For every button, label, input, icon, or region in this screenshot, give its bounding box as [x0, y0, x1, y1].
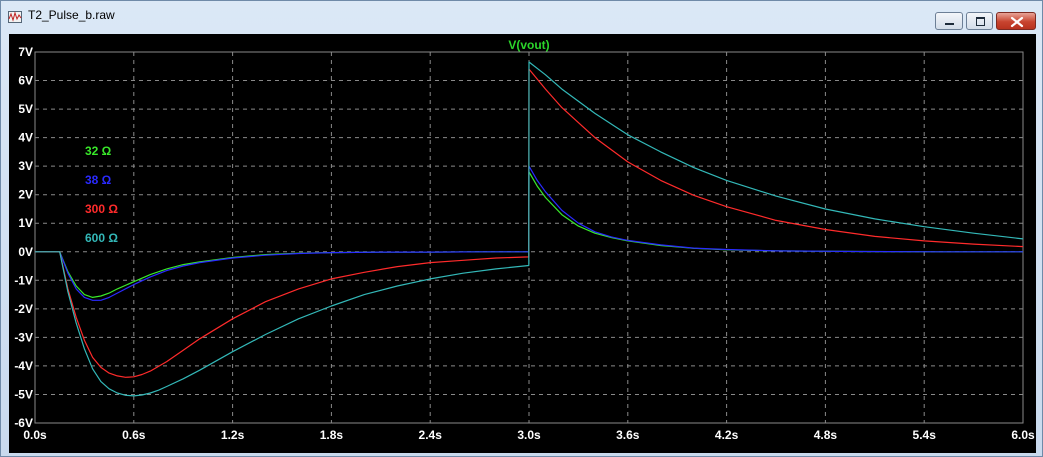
maximize-button[interactable]: [966, 12, 993, 30]
y-tick-label: 0V: [18, 245, 33, 259]
maximize-icon: [976, 17, 985, 26]
y-tick-label: -4V: [14, 359, 33, 373]
legend-entry: 300 Ω: [85, 202, 118, 216]
plot-pane[interactable]: 7V 6V 5V 4V 3V 2V 1V 0V -1V -2V -3V -4V -5V -6V 0.0s 0.…: [9, 34, 1036, 453]
x-tick-label: 1.2s: [221, 428, 245, 442]
x-tick-label: 6.0s: [1011, 428, 1035, 442]
x-tick-label: 4.2s: [715, 428, 739, 442]
x-tick-label: 2.4s: [419, 428, 443, 442]
x-tick-label: 3.0s: [517, 428, 541, 442]
y-tick-label: -5V: [14, 387, 33, 401]
x-tick-label: 0.0s: [23, 428, 47, 442]
x-tick-label: 0.6s: [122, 428, 146, 442]
x-tick-label: 4.8s: [814, 428, 838, 442]
y-tick-label: -3V: [14, 330, 33, 344]
waveform-icon: [8, 10, 22, 23]
close-icon: [1010, 16, 1024, 28]
legend-entry: 38 Ω: [85, 173, 112, 187]
waveform-window: T2_Pulse_b.raw 7V 6V 5V 4V 3V 2V 1V 0V -1V -2V -3V…: [0, 0, 1043, 457]
y-tick-label: -2V: [14, 302, 33, 316]
legend-entry: 32 Ω: [85, 144, 112, 158]
y-tick-label: 5V: [18, 102, 33, 116]
y-tick-label: 7V: [18, 45, 33, 59]
y-tick-label: 6V: [18, 74, 33, 88]
y-tick-label: 3V: [18, 159, 33, 173]
series-line-3[interactable]: [35, 61, 1024, 397]
waveform-chart[interactable]: 7V6V5V4V3V2V1V0V-1V-2V-3V-4V-5V-6V0.0s 0.…: [9, 34, 1036, 453]
close-button[interactable]: [996, 12, 1036, 30]
minimize-icon: [945, 23, 954, 25]
y-tick-label: -1V: [14, 273, 33, 287]
y-tick-label: 2V: [18, 188, 33, 202]
title-bar[interactable]: T2_Pulse_b.raw: [1, 1, 1042, 31]
x-tick-label: 3.6s: [616, 428, 640, 442]
x-tick-label: 5.4s: [913, 428, 937, 442]
window-title: T2_Pulse_b.raw: [28, 8, 115, 22]
chart-title: V(vout): [508, 38, 549, 52]
x-tick-label: 1.8s: [320, 428, 344, 442]
y-tick-label: 4V: [18, 131, 33, 145]
minimize-button[interactable]: [935, 12, 963, 30]
y-tick-label: 1V: [18, 216, 33, 230]
legend-entry: 600 Ω: [85, 231, 118, 245]
